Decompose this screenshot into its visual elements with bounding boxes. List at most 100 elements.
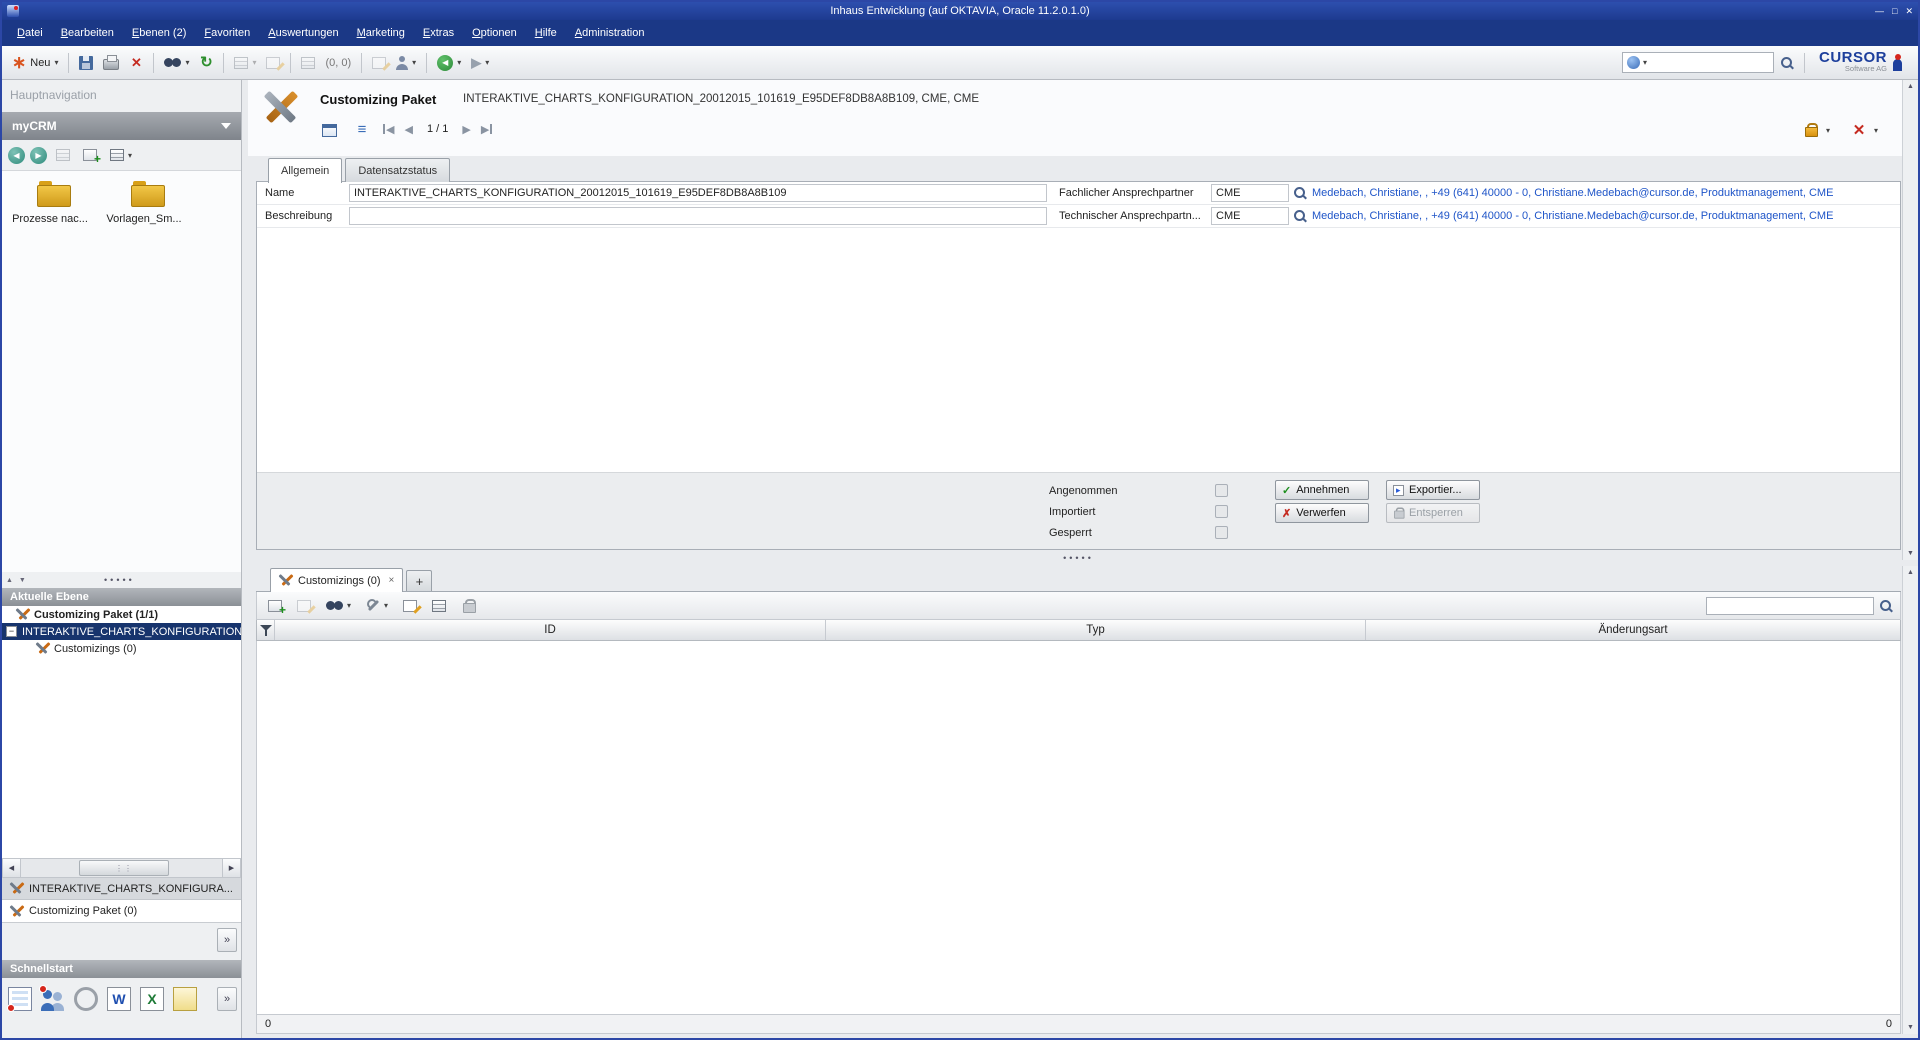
scroll-down-button[interactable]: ▼ (1907, 1021, 1914, 1034)
close-button[interactable]: ✕ (1905, 6, 1913, 17)
scrollbar-track[interactable]: ⋮⋮ (21, 859, 222, 877)
tools-button[interactable]: ▾ (362, 594, 392, 618)
quickstart-info-icon[interactable] (74, 987, 98, 1011)
folder-vorlagen[interactable]: Vorlagen_Sm... (102, 181, 194, 225)
vertical-scrollbar-top[interactable]: ▲ ▼ (1902, 80, 1918, 560)
scroll-left-button[interactable]: ◀ (3, 859, 21, 877)
lock-button[interactable] (1800, 118, 1822, 142)
attach-button[interactable] (368, 51, 390, 75)
next-record-button[interactable]: ▶ (462, 123, 470, 136)
new-folder-button[interactable] (79, 143, 101, 167)
contact-button[interactable]: ▾ (392, 51, 420, 75)
magnifier-icon[interactable] (1879, 599, 1893, 613)
technischer-ansprechpartner-field[interactable] (1211, 207, 1289, 225)
filter-header-cell[interactable] (257, 620, 275, 640)
search-button[interactable]: ▾ (160, 51, 193, 75)
nav-forward-button[interactable]: ▶ (30, 147, 47, 164)
fachlicher-contact-link[interactable]: Medebach, Christiane, , +49 (641) 40000 … (1312, 187, 1900, 199)
refresh-button[interactable]: ↻ (195, 51, 217, 75)
angenommen-checkbox[interactable] (1215, 484, 1228, 497)
quickstart-data-icon[interactable] (8, 987, 32, 1011)
position-button[interactable] (297, 51, 319, 75)
previous-record-button[interactable]: ◀ (404, 123, 412, 136)
ebenen-item-interaktive[interactable]: INTERAKTIVE_CHARTS_KONFIGURA... (2, 878, 241, 900)
menu-favoriten[interactable]: Favoriten (195, 22, 259, 44)
tab-datensatzstatus[interactable]: Datensatzstatus (345, 158, 450, 182)
scrollbar-thumb[interactable]: ⋮⋮ (79, 860, 169, 876)
tree-item-customizing-paket[interactable]: Customizing Paket (1/1) (2, 606, 241, 623)
chevron-down-icon[interactable]: ▾ (1874, 126, 1878, 135)
quickstart-contacts-icon[interactable] (41, 987, 65, 1011)
tree-expander-icon[interactable]: − (6, 626, 17, 637)
view-mode-button[interactable]: ▾ (106, 143, 136, 167)
search-submit-button[interactable] (1776, 51, 1798, 75)
sidebar-splitter[interactable]: ▲ ▼ ••••• (2, 572, 241, 588)
forward-button[interactable]: ▶ ▾ (467, 51, 493, 75)
delete-button[interactable]: ✕ (125, 51, 147, 75)
chevron-down-icon[interactable]: ▾ (1643, 58, 1647, 67)
save-button[interactable] (75, 51, 97, 75)
importiert-checkbox[interactable] (1215, 505, 1228, 518)
find-button[interactable]: ▾ (322, 594, 355, 618)
menu-optionen[interactable]: Optionen (463, 22, 526, 44)
ebenen-item-paket[interactable]: Customizing Paket (0) (2, 900, 241, 922)
scroll-right-button[interactable]: ▶ (222, 859, 240, 877)
table-search-input[interactable] (1706, 597, 1874, 615)
quick-search-input[interactable] (1650, 57, 1769, 69)
new-button[interactable]: ∗ Neu ▾ (8, 51, 62, 75)
vertical-scrollbar-bottom[interactable]: ▲ ▼ (1902, 566, 1918, 1034)
tab-close-icon[interactable]: × (389, 575, 395, 586)
chevron-down-icon[interactable]: ▾ (1826, 126, 1830, 135)
nav-up-button[interactable] (52, 143, 74, 167)
exportieren-button[interactable]: Exportier... (1386, 480, 1480, 500)
ebenen-expand-button[interactable]: » (217, 928, 237, 952)
menu-hilfe[interactable]: Hilfe (526, 22, 566, 44)
splitter-grip-icon[interactable]: ••••• (28, 575, 211, 585)
quickstart-excel-icon[interactable]: X (140, 987, 164, 1011)
collapse-icon[interactable] (221, 123, 231, 129)
scroll-up-button[interactable]: ▲ (1907, 566, 1914, 579)
add-record-button[interactable] (264, 594, 286, 618)
copy-record-button[interactable] (293, 594, 315, 618)
nav-back-button[interactable]: ◀ (8, 147, 25, 164)
tab-allgemein[interactable]: Allgemein (268, 158, 342, 183)
column-typ[interactable]: Typ (826, 620, 1366, 640)
column-id[interactable]: ID (275, 620, 826, 640)
gesperrt-checkbox[interactable] (1215, 526, 1228, 539)
first-record-button[interactable]: ◀ (383, 123, 394, 136)
entsperren-button[interactable]: Entsperren (1386, 503, 1480, 523)
copy-button[interactable] (262, 51, 284, 75)
menu-bearbeiten[interactable]: Bearbeiten (52, 22, 123, 44)
layers-button[interactable]: ▾ (230, 51, 260, 75)
maximize-button[interactable]: □ (1892, 6, 1897, 16)
technischer-contact-link[interactable]: Medebach, Christiane, , +49 (641) 40000 … (1312, 210, 1900, 222)
menu-extras[interactable]: Extras (414, 22, 463, 44)
print-button[interactable] (99, 51, 123, 75)
menu-ebenen[interactable]: Ebenen (2) (123, 22, 195, 44)
annehmen-button[interactable]: ✓ Annehmen (1275, 480, 1369, 500)
menu-marketing[interactable]: Marketing (348, 22, 414, 44)
column-aenderungsart[interactable]: Änderungsart (1366, 620, 1900, 640)
lookup-icon[interactable] (1293, 186, 1307, 200)
fachlicher-ansprechpartner-field[interactable] (1211, 184, 1289, 202)
table-body[interactable] (256, 641, 1901, 1014)
tree-item-selected[interactable]: − INTERAKTIVE_CHARTS_KONFIGURATION_ (2, 623, 241, 640)
lookup-icon[interactable] (1293, 209, 1307, 223)
last-record-button[interactable]: ▶ (481, 123, 492, 136)
list-view-button[interactable]: ≡ (351, 117, 373, 141)
quickstart-notes-icon[interactable] (173, 987, 197, 1011)
scroll-down-button[interactable]: ▼ (1907, 547, 1914, 560)
menu-administration[interactable]: Administration (566, 22, 654, 44)
edit-table-button[interactable] (399, 594, 421, 618)
back-button[interactable]: ◀ ▾ (433, 51, 465, 75)
calendar-button[interactable] (318, 117, 341, 141)
add-tab-button[interactable]: + (406, 570, 432, 591)
scroll-up-button[interactable]: ▲ (1907, 80, 1914, 93)
verwerfen-button[interactable]: ✗ Verwerfen (1275, 503, 1369, 523)
quickstart-expand-button[interactable]: » (217, 987, 237, 1011)
panel-splitter[interactable]: ••••• (256, 550, 1901, 566)
minimize-button[interactable]: — (1875, 6, 1884, 16)
splitter-arrows-icon[interactable]: ▲ ▼ (6, 577, 28, 584)
tree-item-customizings[interactable]: Customizings (0) (2, 640, 241, 657)
lock-list-button[interactable] (457, 594, 479, 618)
